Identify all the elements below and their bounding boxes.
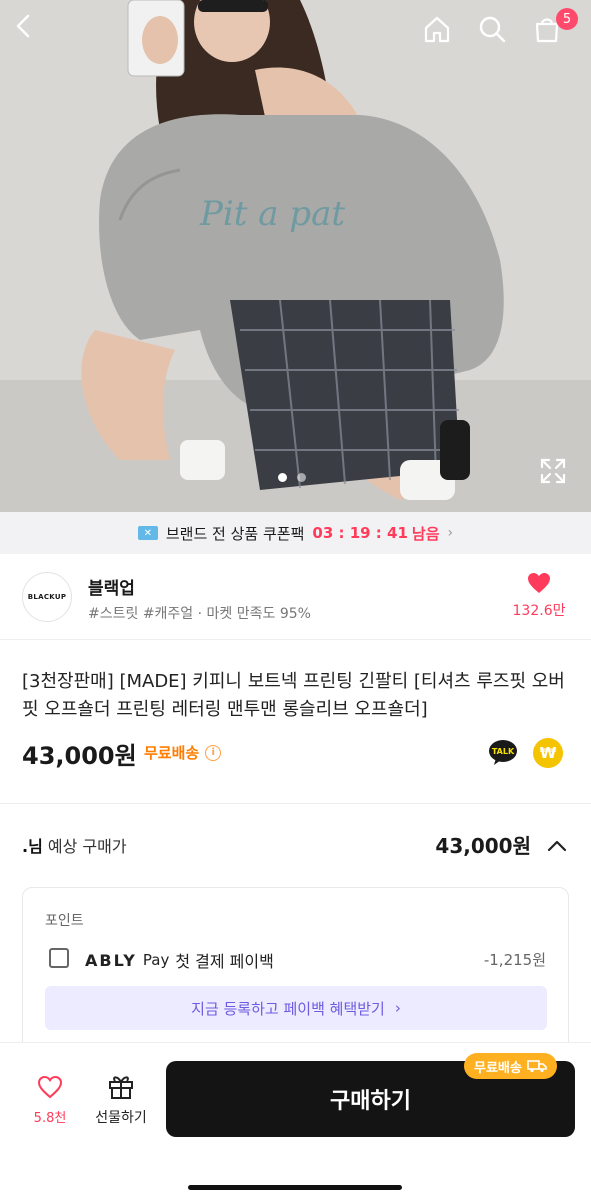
enroll-label: 지금 등록하고 페이백 혜택받기 — [191, 999, 385, 1018]
coupon-banner[interactable]: ✕ 브랜드 전 상품 쿠폰팩 03 : 19 : 41 남음 › — [0, 512, 591, 554]
product-photo: Pit a pat — [0, 0, 591, 512]
info-icon: i — [205, 744, 222, 761]
expand-button[interactable] — [538, 456, 568, 486]
enroll-payback-button[interactable]: 지금 등록하고 페이백 혜택받기 › — [45, 986, 547, 1030]
gift-icon — [109, 1076, 133, 1099]
estimate-price: 43,000원 — [435, 834, 531, 858]
heart-filled-icon — [528, 573, 550, 593]
search-icon — [479, 16, 506, 43]
brand-meta: #스트릿 #캐주얼 · 마켓 만족도 95% — [88, 606, 311, 622]
coupon-label: 브랜드 전 상품 쿠폰팩 — [165, 524, 305, 543]
top-navigation: 5 — [0, 0, 591, 70]
estimate-label: 예상 구매가 — [47, 837, 127, 856]
back-button[interactable] — [12, 14, 52, 54]
payback-amount: -1,215원 — [483, 951, 546, 969]
truck-icon — [527, 1060, 547, 1073]
ably-pay-checkbox[interactable] — [49, 948, 69, 968]
cart-count-badge: 5 — [556, 8, 578, 30]
home-icon — [424, 16, 450, 43]
estimate-label-row: .님 예상 구매가 — [22, 833, 127, 857]
brand-section[interactable]: BLACKUP 블랙업 #스트릿 #캐주얼 · 마켓 만족도 95% 132.6… — [0, 554, 591, 640]
carousel-dot-active[interactable] — [278, 473, 287, 482]
carousel-indicator — [278, 473, 306, 482]
pay-word: Pay — [142, 951, 170, 969]
cart-button[interactable]: 5 — [532, 8, 578, 54]
home-indicator — [188, 1185, 402, 1190]
estimate-toggle-button[interactable] — [545, 834, 569, 858]
product-image[interactable]: Pit a pat 5 — [0, 0, 591, 512]
gift-button[interactable]: 선물하기 — [90, 1073, 152, 1127]
brand-like-count: 132.6만 — [512, 603, 566, 619]
free-shipping-badge: 무료배송 — [464, 1053, 557, 1079]
brand-logo[interactable]: BLACKUP — [22, 572, 72, 622]
ably-pay-label: ABLY Pay 첫 결제 페이백 — [85, 948, 274, 972]
product-price: 43,000원 — [22, 742, 137, 770]
free-badge-label: 무료배송 — [474, 1060, 522, 1076]
carousel-dot[interactable] — [297, 473, 306, 482]
pay-description: 첫 결제 페이백 — [175, 952, 274, 971]
section-divider — [0, 803, 591, 804]
coupon-ticket-icon: ✕ — [137, 526, 158, 540]
expand-icon — [540, 458, 566, 484]
back-icon — [16, 14, 30, 38]
chevron-up-icon — [547, 840, 567, 852]
free-shipping-label[interactable]: 무료배송 i — [144, 742, 222, 763]
svg-text:TALK: TALK — [492, 747, 515, 756]
chevron-right-icon: › — [447, 525, 454, 541]
won-icon: ₩ — [539, 744, 557, 762]
free-shipping-text: 무료배송 — [144, 744, 200, 762]
points-title: 포인트 — [45, 913, 84, 929]
gift-label: 선물하기 — [95, 1110, 147, 1126]
heart-outline-icon — [37, 1075, 63, 1099]
product-title: [3천장판매] [MADE] 키피니 보트넥 프린팅 긴팔티 [티셔츠 루즈핏 … — [22, 671, 565, 720]
wishlist-count: 5.8천 — [33, 1111, 67, 1126]
brand-like-button[interactable]: 132.6만 — [509, 572, 569, 620]
won-point-button[interactable]: ₩ — [533, 738, 563, 768]
wishlist-button[interactable]: 5.8천 — [24, 1075, 76, 1126]
points-card: 포인트 ABLY Pay 첫 결제 페이백 -1,215원 지금 등록하고 페이… — [22, 887, 569, 1057]
bottom-action-bar: 5.8천 선물하기 구매하기 무료배송 — [0, 1042, 591, 1200]
chevron-right-icon: › — [394, 999, 401, 1017]
ably-brand: ABLY — [85, 950, 137, 970]
brand-logo-text: BLACKUP — [27, 593, 67, 601]
coupon-countdown: 03 : 19 : 41 — [312, 524, 408, 542]
brand-name[interactable]: 블랙업 — [88, 574, 135, 599]
estimate-user: .님 — [22, 837, 43, 856]
home-button[interactable] — [422, 14, 462, 54]
search-button[interactable] — [477, 14, 517, 54]
coupon-countdown-suffix: 남음 — [411, 524, 440, 543]
kakao-talk-button[interactable]: TALK — [488, 738, 518, 768]
svg-text:Pit a pat: Pit a pat — [199, 194, 345, 234]
kakao-talk-icon: TALK — [489, 740, 517, 765]
